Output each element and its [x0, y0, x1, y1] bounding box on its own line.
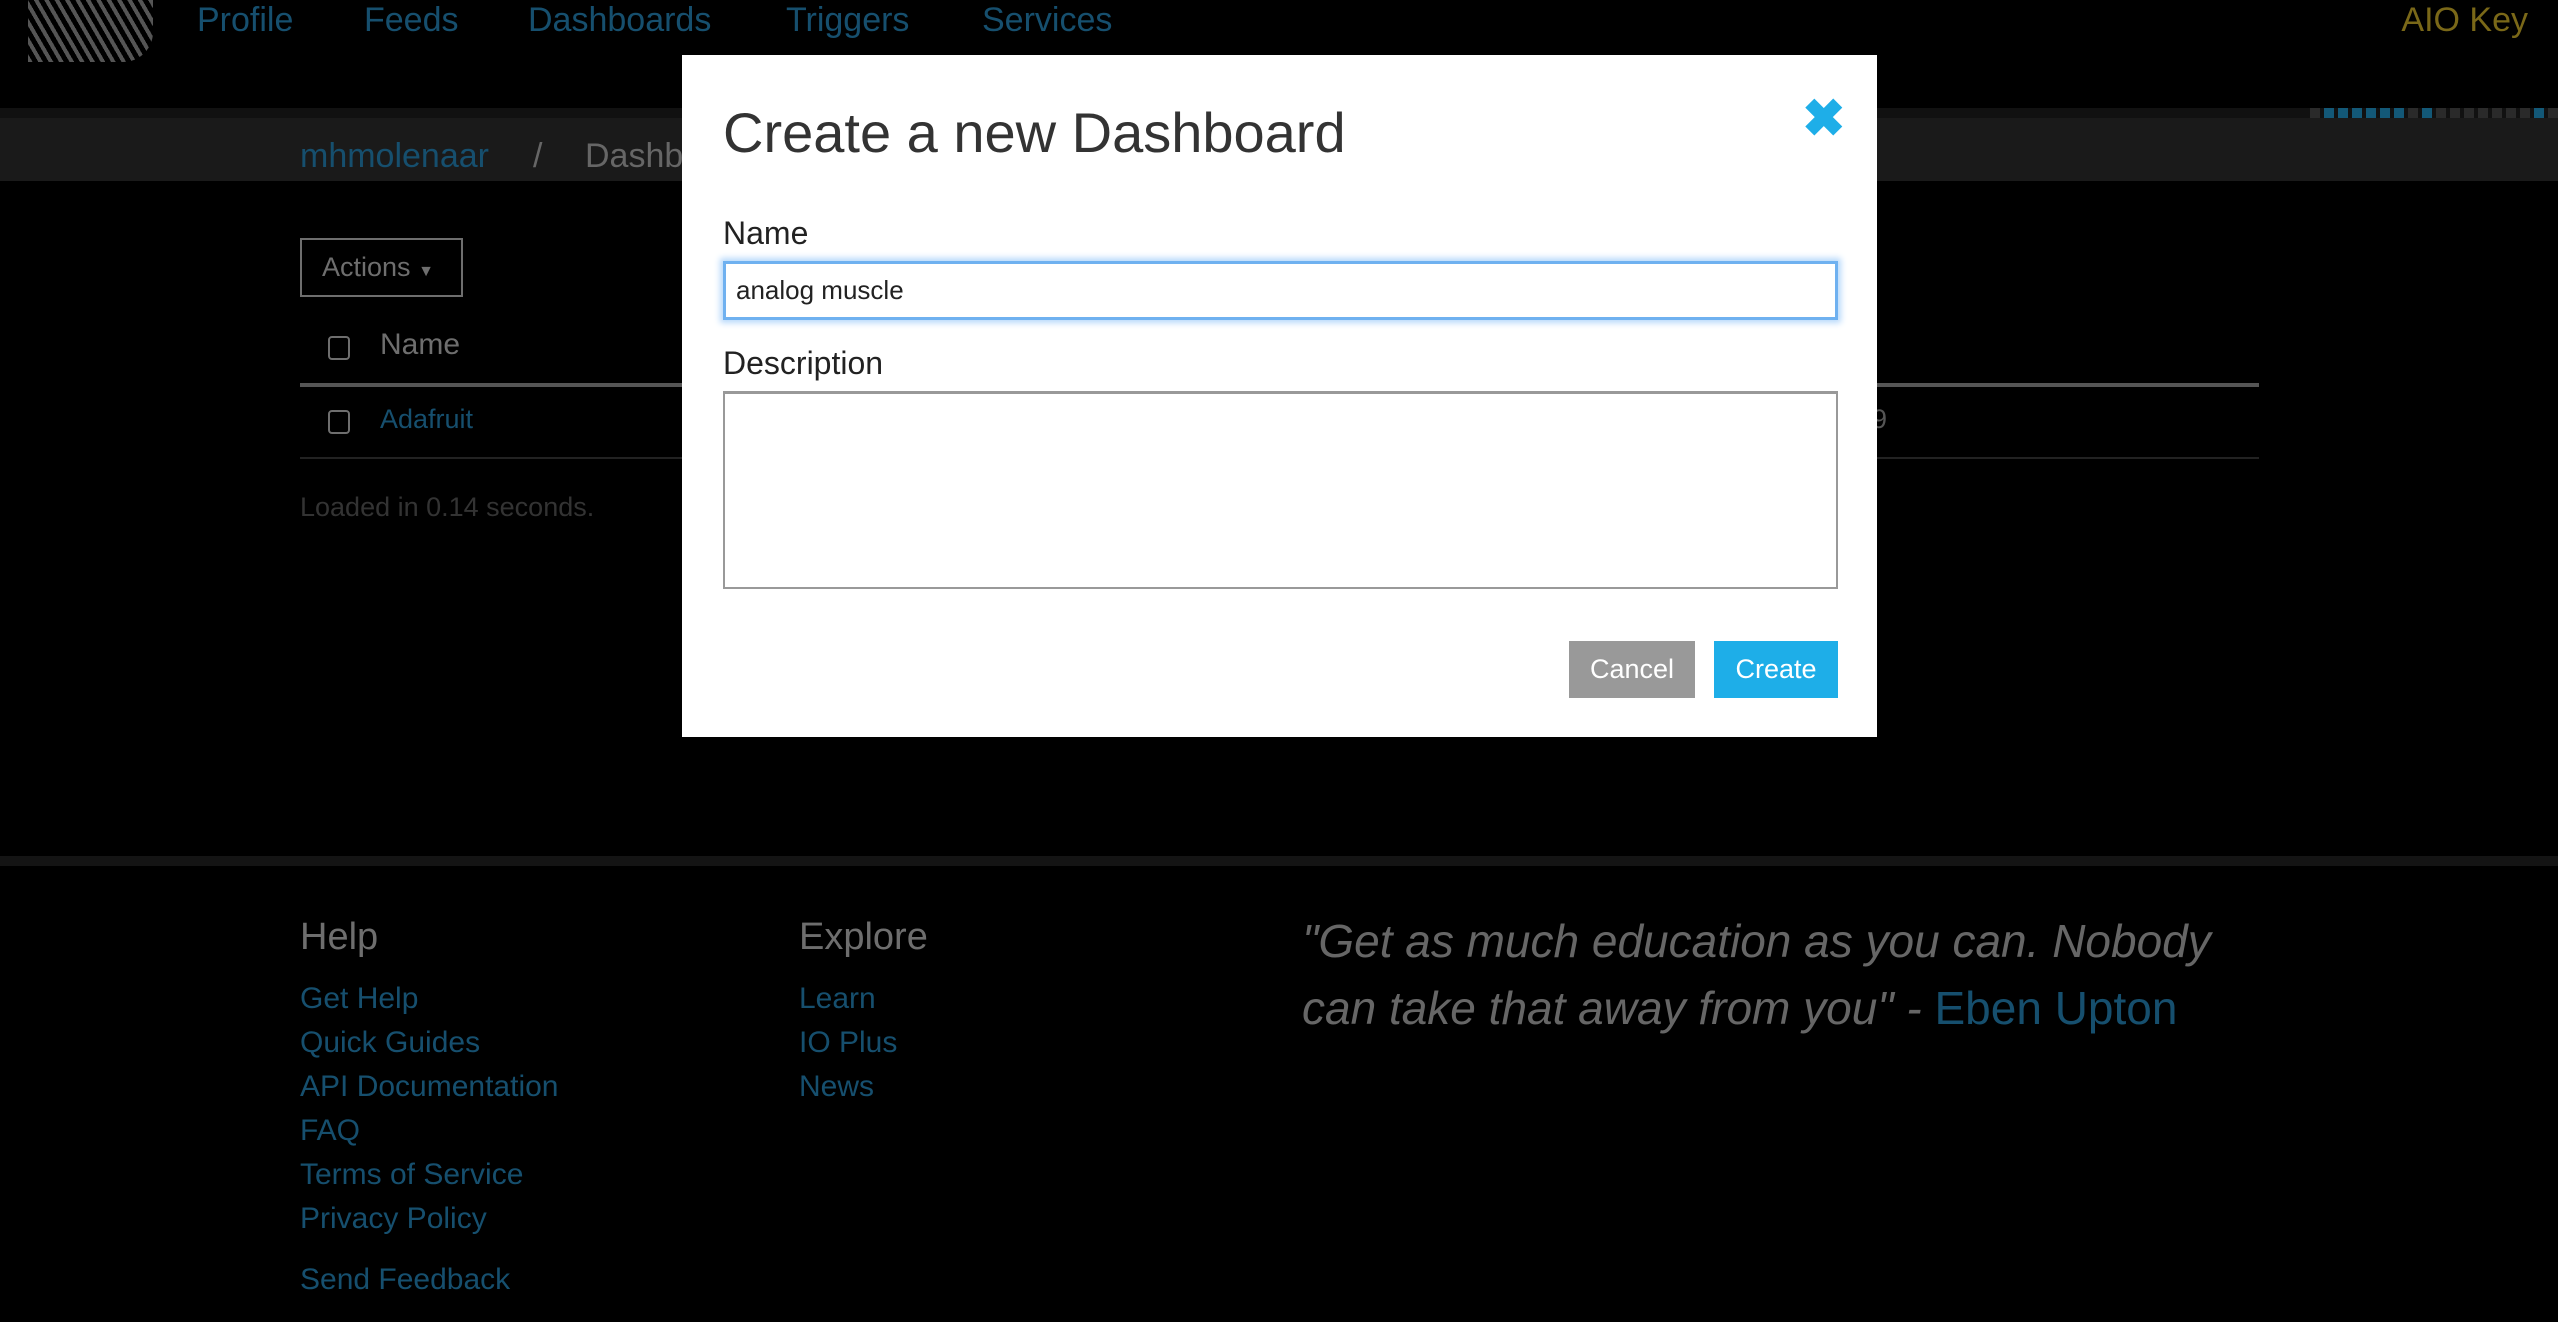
- activity-indicator: [2310, 108, 2558, 118]
- link-send-feedback[interactable]: Send Feedback: [300, 1263, 510, 1297]
- progress-segment: [2520, 108, 2530, 118]
- link-quick-guides[interactable]: Quick Guides: [300, 1026, 480, 1060]
- caret-down-icon: ▼: [418, 263, 434, 280]
- breadcrumb-user[interactable]: mhmolenaar: [300, 136, 489, 176]
- progress-segment: [2352, 108, 2362, 118]
- quote-author-link[interactable]: Eben Upton: [1935, 982, 2178, 1034]
- footer-quote: "Get as much education as you can. Nobod…: [1302, 908, 2292, 1042]
- link-privacy[interactable]: Privacy Policy: [300, 1202, 487, 1236]
- progress-segment: [2436, 108, 2446, 118]
- link-io-plus[interactable]: IO Plus: [799, 1026, 897, 1060]
- create-button[interactable]: Create: [1714, 641, 1838, 698]
- progress-segment: [2534, 108, 2544, 118]
- progress-segment: [2492, 108, 2502, 118]
- help-heading: Help: [300, 916, 379, 958]
- modal-title: Create a new Dashboard: [723, 101, 1346, 164]
- load-time: Loaded in 0.14 seconds.: [300, 492, 595, 522]
- progress-segment: [2394, 108, 2404, 118]
- dashboard-link-adafruit[interactable]: Adafruit: [380, 404, 473, 435]
- nav-triggers[interactable]: Triggers: [786, 0, 909, 40]
- nav-feeds[interactable]: Feeds: [364, 0, 459, 40]
- link-terms[interactable]: Terms of Service: [300, 1158, 523, 1192]
- actions-label: Actions: [322, 252, 411, 282]
- explore-heading: Explore: [799, 916, 928, 958]
- progress-segment: [2310, 108, 2320, 118]
- select-all-checkbox[interactable]: [328, 336, 350, 360]
- column-header-name: Name: [380, 328, 461, 361]
- link-learn[interactable]: Learn: [799, 982, 876, 1016]
- link-api-docs[interactable]: API Documentation: [300, 1070, 558, 1104]
- name-label: Name: [723, 215, 809, 251]
- breadcrumb-current: Dashb: [585, 137, 684, 175]
- actions-dropdown[interactable]: Actions ▼: [300, 238, 463, 297]
- nav-services[interactable]: Services: [982, 0, 1112, 40]
- link-get-help[interactable]: Get Help: [300, 982, 418, 1016]
- name-input[interactable]: [723, 261, 1838, 320]
- progress-segment: [2408, 108, 2418, 118]
- row-checkbox[interactable]: [328, 410, 350, 434]
- progress-segment: [2450, 108, 2460, 118]
- progress-segment: [2464, 108, 2474, 118]
- cancel-button[interactable]: Cancel: [1569, 641, 1695, 698]
- adafruit-io-logo[interactable]: [28, 0, 153, 62]
- progress-segment: [2338, 108, 2348, 118]
- progress-segment: [2422, 108, 2432, 118]
- progress-segment: [2380, 108, 2390, 118]
- nav-profile[interactable]: Profile: [197, 0, 293, 40]
- description-textarea[interactable]: [723, 391, 1838, 589]
- link-news[interactable]: News: [799, 1070, 874, 1104]
- aio-key-link[interactable]: AIO Key: [2401, 0, 2528, 40]
- create-dashboard-modal: Create a new Dashboard ✖ Name Descriptio…: [682, 55, 1877, 737]
- progress-segment: [2548, 108, 2558, 118]
- progress-segment: [2324, 108, 2334, 118]
- progress-segment: [2506, 108, 2516, 118]
- close-icon[interactable]: ✖: [1802, 93, 1846, 145]
- breadcrumb-separator: /: [533, 137, 543, 175]
- link-faq[interactable]: FAQ: [300, 1114, 360, 1148]
- progress-segment: [2478, 108, 2488, 118]
- progress-segment: [2366, 108, 2376, 118]
- nav-dashboards[interactable]: Dashboards: [528, 0, 711, 40]
- description-label: Description: [723, 345, 884, 381]
